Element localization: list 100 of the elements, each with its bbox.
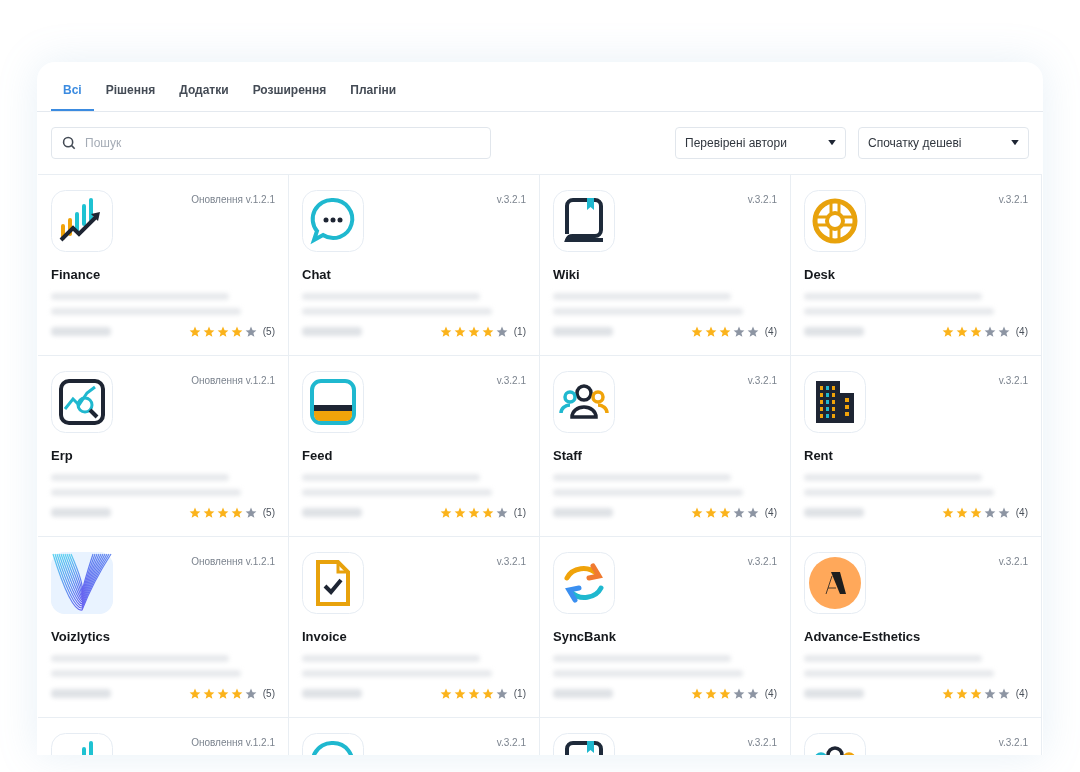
app-name: Advance-Esthetics: [804, 628, 921, 646]
app-card[interactable]: v.3.2.1: [540, 718, 791, 755]
app-card[interactable]: Оновлення v.1.2.1 Finance (5): [38, 175, 289, 356]
caret-icon: [1011, 140, 1019, 146]
app-card[interactable]: v.3.2.1 Wiki (4): [540, 175, 791, 356]
search-field[interactable]: Пошук: [51, 127, 491, 159]
document-check-icon: [302, 552, 364, 614]
star-icon: [230, 506, 243, 519]
chart-magnifier-icon: [51, 371, 113, 433]
sync-arrows-icon: [553, 552, 615, 614]
star-icon: [188, 687, 201, 700]
version-label: v.3.2.1: [998, 374, 1028, 388]
star-icon: [704, 506, 717, 519]
star-icon: [453, 687, 466, 700]
star-icon: [997, 687, 1010, 700]
star-icon: [188, 325, 201, 338]
star-icon: [495, 325, 508, 338]
app-name: Desk: [804, 266, 836, 284]
wave-lines-icon: [51, 552, 113, 614]
review-count: (5): [262, 506, 275, 520]
caret-icon: [828, 140, 836, 146]
version-label: v.3.2.1: [496, 374, 526, 388]
version-label: v.3.2.1: [998, 555, 1028, 569]
app-card[interactable]: v.3.2.1 Chat (1): [289, 175, 540, 356]
version-label: v.3.2.1: [747, 374, 777, 388]
review-count: (4): [764, 506, 777, 520]
version-label: v.3.2.1: [496, 736, 526, 750]
review-count: (1): [513, 325, 526, 339]
star-icon: [941, 506, 954, 519]
blurred-price: [302, 327, 362, 336]
app-name: Erp: [51, 447, 73, 465]
star-icon: [216, 325, 229, 338]
star-icon: [481, 506, 494, 519]
star-icon: [244, 687, 257, 700]
app-name: Rent: [804, 447, 833, 465]
version-label: v.3.2.1: [747, 736, 777, 750]
app-card[interactable]: Оновлення v.1.2.1 Erp (5): [38, 356, 289, 537]
review-count: (4): [764, 687, 777, 701]
blurred-price: [553, 689, 613, 698]
star-icon: [718, 687, 731, 700]
star-icon: [188, 506, 201, 519]
star-icon: [955, 325, 968, 338]
tab[interactable]: Розширення: [240, 81, 339, 111]
app-card[interactable]: v.3.2.1 Advance-Esthetics (4): [791, 537, 1042, 718]
star-icon: [997, 325, 1010, 338]
star-icon: [439, 506, 452, 519]
app-card[interactable]: Оновлення v.1.2.1 Voizlytics (5): [38, 537, 289, 718]
star-icon: [941, 687, 954, 700]
app-card[interactable]: v.3.2.1 Feed (1): [289, 356, 540, 537]
star-icon: [439, 325, 452, 338]
filter-dropdown[interactable]: Спочатку дешеві: [858, 127, 1029, 159]
star-icon: [732, 325, 745, 338]
app-card[interactable]: v.3.2.1 Invoice (1): [289, 537, 540, 718]
star-icon: [439, 687, 452, 700]
app-name: Finance: [51, 266, 101, 284]
app-card[interactable]: v.3.2.1 SyncBank (4): [540, 537, 791, 718]
app-name: Invoice: [302, 628, 347, 646]
star-icon: [983, 687, 996, 700]
version-label: Оновлення v.1.2.1: [191, 374, 275, 388]
star-icon: [704, 325, 717, 338]
tab[interactable]: Всі: [51, 81, 94, 111]
app-card[interactable]: v.3.2.1 Desk (4): [791, 175, 1042, 356]
star-icon: [481, 325, 494, 338]
app-card[interactable]: v.3.2.1: [791, 718, 1042, 755]
star-icon: [955, 687, 968, 700]
app-name: Feed: [302, 447, 333, 465]
review-count: (5): [262, 325, 275, 339]
app-card[interactable]: Оновлення v.1.2.1: [38, 718, 289, 755]
tab[interactable]: Додатки: [167, 81, 241, 111]
star-icon: [467, 325, 480, 338]
star-icon: [955, 506, 968, 519]
star-icon: [244, 506, 257, 519]
star-icon: [690, 687, 703, 700]
blurred-price: [804, 327, 864, 336]
star-icon: [983, 325, 996, 338]
app-card[interactable]: v.3.2.1 Staff (4): [540, 356, 791, 537]
star-icon: [746, 687, 759, 700]
star-icon: [941, 325, 954, 338]
tab[interactable]: Плагіни: [338, 81, 409, 111]
app-card[interactable]: v.3.2.1: [289, 718, 540, 755]
star-icon: [969, 506, 982, 519]
blurred-price: [51, 689, 111, 698]
review-count: (4): [764, 325, 777, 339]
star-icon: [690, 506, 703, 519]
star-icon: [453, 325, 466, 338]
tab[interactable]: Рішення: [93, 81, 168, 111]
app-name: Voizlytics: [51, 628, 110, 646]
chat-bubble-icon: [302, 190, 364, 252]
app-name: Wiki: [553, 266, 580, 284]
star-icon: [467, 506, 480, 519]
star-icon: [746, 325, 759, 338]
filter-dropdown[interactable]: Перевірені автори: [675, 127, 846, 159]
star-icon: [481, 687, 494, 700]
app-card[interactable]: v.3.2.1 Rent (4): [791, 356, 1042, 537]
version-label: Оновлення v.1.2.1: [191, 736, 275, 750]
version-label: Оновлення v.1.2.1: [191, 555, 275, 569]
blurred-price: [302, 689, 362, 698]
review-count: (4): [1015, 325, 1028, 339]
star-icon: [718, 325, 731, 338]
blurred-price: [804, 689, 864, 698]
